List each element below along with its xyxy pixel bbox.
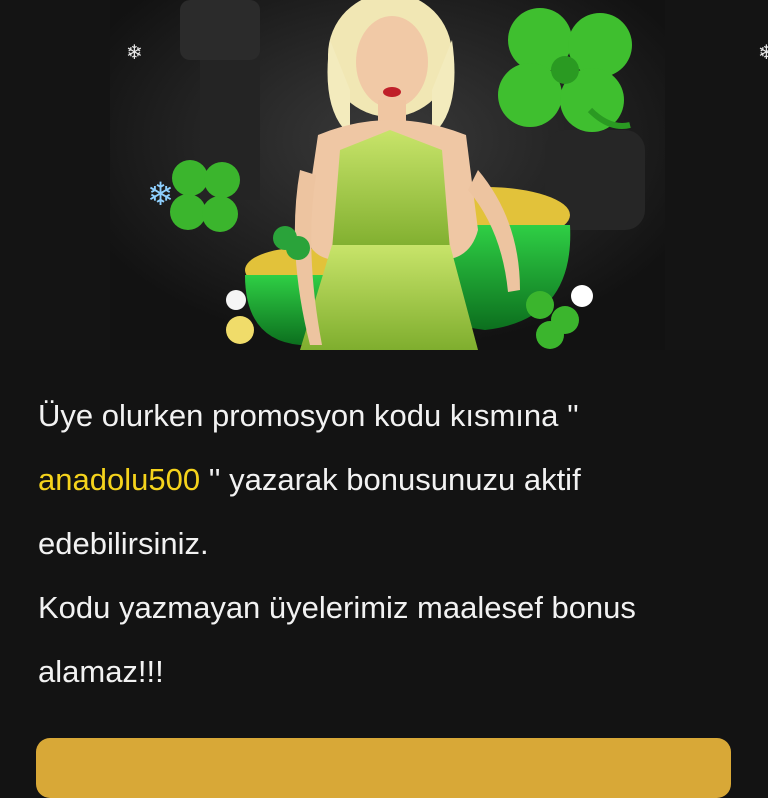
clover-icon <box>498 8 632 132</box>
promo-code: anadolu500 <box>38 462 201 497</box>
promo-instruction-text: Üye olurken promosyon kodu kısmına '' <box>38 398 579 433</box>
promo-banner: ❄ ❄ ❄ <box>0 0 768 350</box>
promo-text: Üye olurken promosyon kodu kısmına '' ana… <box>38 384 738 704</box>
snowflake-icon: ❄ <box>758 40 768 64</box>
cta-button[interactable] <box>36 738 731 798</box>
snowflake-icon: ❄ <box>126 40 143 64</box>
snowflake-icon: ❄ <box>147 175 174 213</box>
promo-instruction: Üye olurken promosyon kodu kısmına '' ana… <box>38 384 738 576</box>
promo-banner-image <box>0 0 768 350</box>
promo-warning: Kodu yazmayan üyelerimiz maalesef bonus … <box>38 590 636 689</box>
